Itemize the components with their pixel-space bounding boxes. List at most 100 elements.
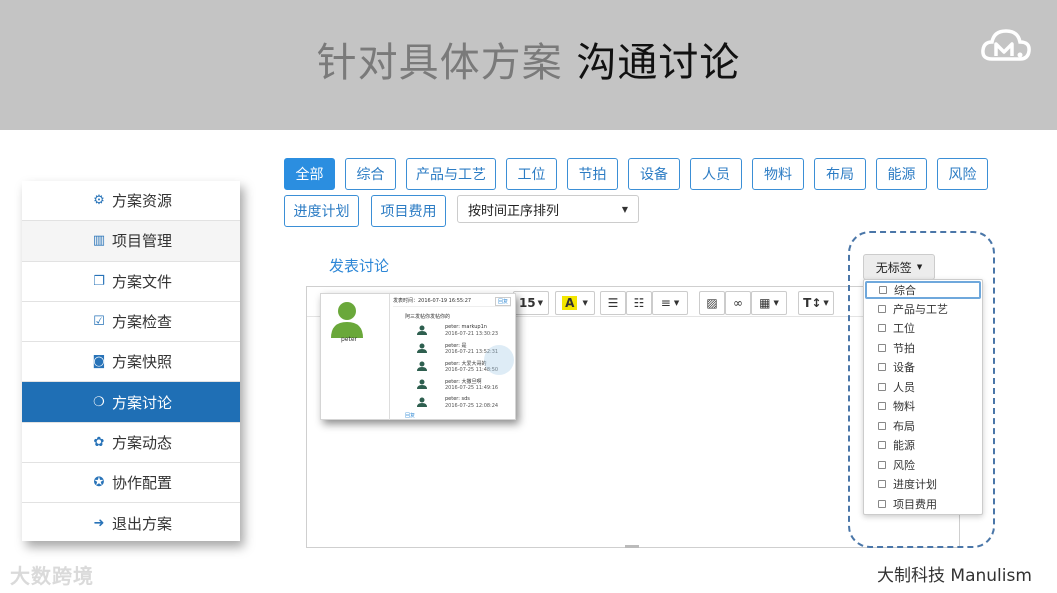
- checkbox-icon[interactable]: [878, 460, 886, 469]
- align-button[interactable]: ≡ ▼: [652, 291, 688, 315]
- label-option-energy[interactable]: 能源: [864, 436, 982, 456]
- menu-item-check[interactable]: ☑ 方案检查: [22, 302, 240, 343]
- checkbox-icon[interactable]: [878, 324, 886, 333]
- user-icon: [417, 397, 427, 407]
- label-option-product-process[interactable]: 产品与工艺: [864, 299, 982, 319]
- label-option-equipment[interactable]: 设备: [864, 358, 982, 378]
- filter-tag-cost[interactable]: 项目费用: [371, 195, 446, 227]
- align-icon: ≡: [660, 296, 671, 310]
- post-discussion-label: 发表讨论: [329, 257, 390, 275]
- user-icon: [417, 379, 427, 389]
- option-label: 综合: [894, 284, 916, 297]
- filter-tag-schedule[interactable]: 进度计划: [284, 195, 359, 227]
- slide-title: 针对具体方案 沟通讨论: [0, 30, 1057, 88]
- menu-item-files[interactable]: ❐ 方案文件: [22, 262, 240, 302]
- font-size-select[interactable]: 15 ▼: [513, 291, 549, 315]
- thread-user-name: peter: [341, 336, 358, 343]
- label-dropdown-menu: 综合 产品与工艺 工位 节拍 设备 人员 物料 布局 能源 风险 进度计划 项目…: [863, 279, 983, 515]
- sort-order-select[interactable]: 按时间正序排列 ▼: [457, 195, 639, 223]
- title-dark-part: 沟通讨论: [576, 40, 741, 86]
- label-option-cost[interactable]: 项目费用: [864, 494, 982, 514]
- menu-item-resources[interactable]: ⚙ 方案资源: [22, 181, 240, 222]
- label-dropdown-value: 无标签: [875, 260, 912, 275]
- menu-item-project-management[interactable]: ▥ 项目管理: [22, 221, 240, 262]
- filter-tag-material[interactable]: 物料: [752, 158, 804, 190]
- link-icon: ∞: [733, 296, 743, 310]
- sign-out-icon: ➜: [93, 516, 105, 532]
- checkbox-icon[interactable]: [878, 304, 886, 313]
- menu-item-label: 方案讨论: [111, 393, 172, 412]
- checkbox-icon[interactable]: [878, 480, 886, 489]
- thread-reply-link[interactable]: 回复: [405, 412, 415, 419]
- option-label: 物料: [893, 400, 915, 414]
- label-dropdown-button[interactable]: 无标签 ▼: [863, 254, 935, 280]
- filter-tag-personnel[interactable]: 人员: [690, 158, 742, 190]
- label-option-schedule[interactable]: 进度计划: [864, 475, 982, 495]
- label-option-material[interactable]: 物料: [864, 397, 982, 417]
- label-option-station[interactable]: 工位: [864, 319, 982, 339]
- option-label: 风险: [893, 458, 915, 472]
- numbered-list-button[interactable]: ☷: [626, 291, 652, 315]
- filter-tag-risk[interactable]: 风险: [937, 158, 988, 190]
- menu-item-activity[interactable]: ✿ 方案动态: [22, 423, 240, 464]
- option-label: 人员: [893, 380, 915, 394]
- checkbox-icon[interactable]: [878, 382, 886, 391]
- reply-time: 2016-07-25 11:49:16: [445, 385, 499, 391]
- menu-item-collab-config[interactable]: ✪ 协作配置: [22, 463, 240, 504]
- checkbox-icon[interactable]: [878, 421, 886, 430]
- filter-tag-layout[interactable]: 布局: [814, 158, 866, 190]
- bullet-list-button[interactable]: ☰: [600, 291, 626, 315]
- font-color-button[interactable]: A ▼: [555, 291, 595, 315]
- reply-time: 2016-07-25 12:08:24: [445, 403, 499, 409]
- chevron-down-icon: ▼: [621, 205, 628, 214]
- text-format-button[interactable]: T↕ ▼: [798, 291, 834, 315]
- reply-text: peter: markup1n: [445, 324, 487, 330]
- user-avatar-icon: [331, 302, 363, 338]
- chevron-down-icon: ▼: [537, 299, 544, 307]
- checkbox-icon[interactable]: [878, 441, 886, 450]
- checkbox-icon[interactable]: [879, 286, 887, 294]
- thread-divider: [389, 294, 390, 420]
- filter-tag-all[interactable]: 全部: [284, 158, 335, 190]
- chevron-down-icon: ▼: [773, 299, 779, 307]
- chevron-down-icon: ▼: [823, 299, 829, 307]
- comments-icon: ❍: [93, 394, 105, 410]
- label-option-layout[interactable]: 布局: [864, 416, 982, 436]
- option-label: 项目费用: [893, 497, 937, 511]
- thread-reply-button[interactable]: 回复: [494, 297, 511, 306]
- menu-item-exit[interactable]: ➜ 退出方案: [22, 503, 240, 543]
- thread-reply-row: peter: markup1n 2016-07-21 13:30:23: [417, 324, 517, 340]
- watermark-text: 大数跨境: [10, 564, 94, 588]
- label-option-takt[interactable]: 节拍: [864, 338, 982, 358]
- checkbox-icon[interactable]: [878, 402, 886, 411]
- insert-link-button[interactable]: ∞: [725, 291, 751, 315]
- table-icon: ▦: [759, 296, 771, 310]
- label-option-general[interactable]: 综合: [865, 281, 981, 299]
- title-gray-part: 针对具体方案: [316, 40, 563, 86]
- checkbox-icon[interactable]: [878, 363, 886, 372]
- filter-tag-product-process[interactable]: 产品与工艺: [406, 158, 496, 190]
- checkbox-icon[interactable]: [878, 499, 886, 508]
- filter-tag-takt[interactable]: 节拍: [567, 158, 618, 190]
- filter-tag-equipment[interactable]: 设备: [628, 158, 680, 190]
- filter-tag-general[interactable]: 综合: [345, 158, 396, 190]
- editor-resize-handle[interactable]: [625, 545, 639, 548]
- camera-icon: ◙: [92, 354, 106, 370]
- checkbox-icon[interactable]: [878, 343, 886, 352]
- menu-item-discussion[interactable]: ❍ 方案讨论: [22, 382, 240, 423]
- label-option-risk[interactable]: 风险: [864, 455, 982, 475]
- reply-text: peter: 是: [445, 343, 467, 349]
- menu-item-snapshot[interactable]: ◙ 方案快照: [22, 342, 240, 383]
- reply-text: peter: 大爱大哥的: [445, 361, 487, 367]
- insert-table-button[interactable]: ▦ ▼: [751, 291, 787, 315]
- filter-tag-station[interactable]: 工位: [506, 158, 557, 190]
- menu-item-label: 协作配置: [111, 474, 172, 493]
- cloud-m-logo-icon: [981, 29, 1031, 61]
- insert-image-button[interactable]: ▨: [699, 291, 725, 315]
- bar-chart-icon: ▥: [92, 233, 106, 249]
- option-label: 工位: [893, 322, 915, 336]
- thread-reply-row: peter: 大撒旦啊 2016-07-25 11:49:16: [417, 378, 517, 394]
- label-option-personnel[interactable]: 人员: [864, 377, 982, 397]
- filter-tag-energy[interactable]: 能源: [876, 158, 927, 190]
- option-label: 布局: [893, 419, 915, 433]
